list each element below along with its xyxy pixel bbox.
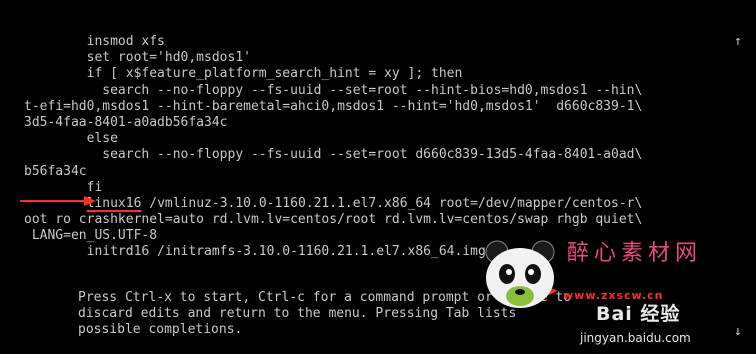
scroll-up-arrow-icon: ↑ (734, 34, 742, 49)
watermark-url: www.zxscw.cn (563, 289, 664, 302)
editor-line[interactable]: t-efi=hd0,msdos1 --hint-baremetal=ahci0,… (24, 99, 736, 115)
kernel-args[interactable]: /vmlinuz-3.10.0-1160.21.1.el7.x86_64 roo… (141, 196, 642, 211)
grub-edit-screen: insmod xfs set root='hd0,msdos1' if [ x$… (0, 0, 756, 354)
editor-line[interactable]: search --no-floppy --fs-uuid --set=root … (24, 147, 736, 163)
editor-line-linux16[interactable]: linux16 /vmlinuz-3.10.0-1160.21.1.el7.x8… (24, 196, 736, 212)
editor-line[interactable]: insmod xfs (24, 34, 736, 50)
watermark-footer: jingyan.baidu.com (580, 331, 691, 345)
editor-line[interactable]: oot ro crashkernel=auto rd.lvm.lv=centos… (24, 212, 736, 228)
editor-line[interactable]: set root='hd0,msdos1' (24, 50, 736, 66)
baidu-logo: Bai 经验 (596, 303, 746, 328)
watermark-title: 醉心素材网 (567, 241, 703, 266)
editor-line[interactable]: search --no-floppy --fs-uuid --set=root … (24, 83, 736, 99)
panda-watermark-icon (485, 240, 555, 308)
editor-line[interactable]: if [ x$feature_platform_search_hint = xy… (24, 66, 736, 82)
editor-line[interactable]: else (24, 131, 736, 147)
editor-line[interactable]: fi (24, 180, 736, 196)
baidu-logo-text: Bai 经验 (596, 303, 681, 325)
editor-line[interactable]: b56fa34c (24, 164, 736, 180)
editor-line[interactable]: 3d5-4faa-8401-a0adb56fa34c (24, 115, 736, 131)
boot-entry-editor[interactable]: insmod xfs set root='hd0,msdos1' if [ x$… (24, 34, 736, 261)
annotation-arrow-icon (20, 196, 96, 206)
